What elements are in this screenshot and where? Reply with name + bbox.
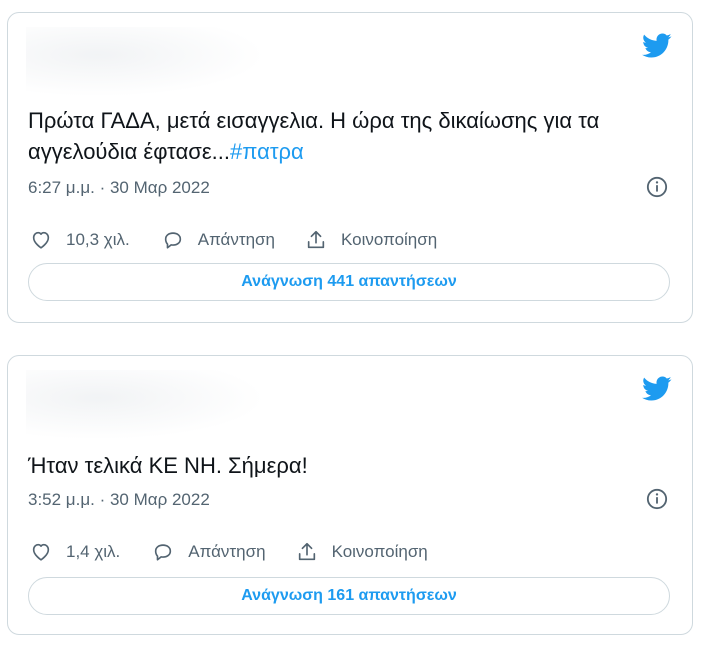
author-header-blurred	[26, 370, 266, 440]
reply-label: Απάντηση	[188, 542, 266, 561]
reply-icon	[164, 232, 181, 249]
read-replies-button[interactable]: Ανάγνωση 441 απαντήσεων	[28, 263, 670, 301]
like-count: 1,4 χιλ.	[66, 542, 121, 561]
tweet-text: Ήταν τελικά ΚΕ ΝΗ. Σήμερα!	[28, 450, 668, 481]
read-replies-button[interactable]: Ανάγνωση 161 απαντήσεων	[28, 577, 670, 615]
heart-icon	[32, 543, 50, 561]
share-label: Κοινοποίηση	[331, 542, 428, 561]
share-icon	[307, 230, 325, 249]
tweet-timestamp[interactable]: 6:27 μ.μ. · 30 Μαρ 2022	[28, 178, 210, 198]
tweet-actions: 1,4 χιλ. Απάντηση Κοινοποίηση	[30, 539, 670, 565]
reply-icon	[155, 544, 172, 561]
info-icon[interactable]	[646, 176, 668, 198]
author-header-blurred	[26, 27, 266, 97]
tweet-text-body: Ήταν τελικά ΚΕ ΝΗ. Σήμερα!	[28, 453, 308, 478]
tweet-text: Πρώτα ΓΑΔΑ, μετά εισαγγελια. Η ώρα της δ…	[28, 105, 668, 167]
reply-label: Απάντηση	[197, 230, 276, 249]
share-button[interactable]: Κοινοποίηση	[296, 541, 428, 563]
info-icon[interactable]	[646, 488, 668, 510]
twitter-bird-icon[interactable]	[642, 376, 672, 402]
heart-icon	[32, 231, 50, 249]
reply-button[interactable]: Απάντηση	[162, 229, 275, 251]
like-button[interactable]: 1,4 χιλ.	[30, 541, 120, 563]
share-icon	[298, 542, 315, 561]
reply-button[interactable]: Απάντηση	[152, 541, 266, 563]
tweet-actions: 10,3 χιλ. Απάντηση Κοινοποίηση	[30, 227, 670, 253]
share-label: Κοινοποίηση	[341, 230, 438, 249]
twitter-bird-icon[interactable]	[642, 33, 672, 59]
hashtag-link[interactable]: #πατρα	[230, 139, 304, 164]
like-count: 10,3 χιλ.	[66, 230, 130, 249]
tweet-card[interactable]: Ήταν τελικά ΚΕ ΝΗ. Σήμερα! 3:52 μ.μ. · 3…	[7, 355, 693, 635]
tweet-text-body: Πρώτα ΓΑΔΑ, μετά εισαγγελια. Η ώρα της δ…	[28, 108, 600, 164]
tweet-card[interactable]: Πρώτα ΓΑΔΑ, μετά εισαγγελια. Η ώρα της δ…	[7, 12, 693, 323]
share-button[interactable]: Κοινοποίηση	[305, 229, 437, 251]
like-button[interactable]: 10,3 χιλ.	[30, 229, 130, 251]
tweet-timestamp[interactable]: 3:52 μ.μ. · 30 Μαρ 2022	[28, 490, 210, 510]
